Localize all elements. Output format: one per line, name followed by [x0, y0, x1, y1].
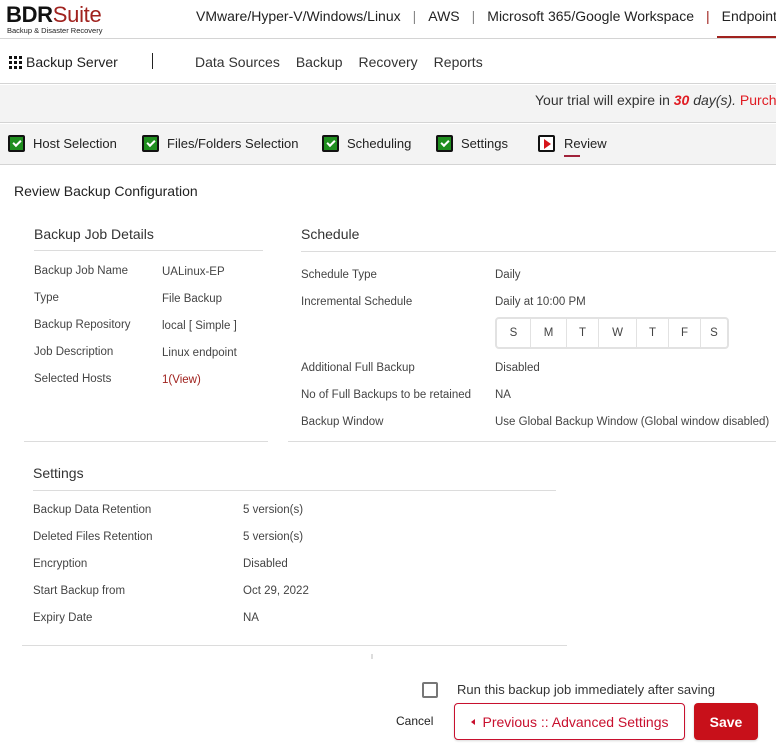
day-thursday: T — [637, 319, 669, 347]
incremental-schedule-value: Daily at 10:00 PM — [495, 296, 586, 308]
main-nav: Data Sources Backup Recovery Reports — [195, 54, 499, 70]
previous-button-label: Previous :: Advanced Settings — [482, 713, 669, 730]
page-title: Review Backup Configuration — [14, 183, 198, 199]
brand-name: BDRSuite — [6, 2, 102, 27]
nav-reports[interactable]: Reports — [434, 54, 483, 70]
type-label: Type — [34, 292, 59, 304]
nav-recovery[interactable]: Recovery — [359, 54, 418, 70]
brand-tagline: Backup & Disaster Recovery — [7, 26, 103, 35]
run-now-checkbox[interactable] — [422, 682, 438, 698]
trial-banner: Your trial will expire in 30 day(s). Pur… — [0, 85, 776, 123]
day-sunday: S — [497, 319, 531, 347]
nav-backup[interactable]: Backup — [296, 54, 343, 70]
job-name-value: UALinux-EP — [162, 266, 225, 278]
schedule-title: Schedule — [301, 226, 360, 242]
job-description-value: Linux endpoint — [162, 347, 237, 359]
schedule-bottom-divider — [288, 441, 776, 442]
full-backups-retained-label: No of Full Backups to be retained — [301, 389, 472, 401]
additional-full-backup-label: Additional Full Backup — [301, 362, 415, 374]
run-now-label[interactable]: Run this backup job immediately after sa… — [457, 682, 715, 697]
app-switcher[interactable]: Backup Server — [9, 54, 118, 70]
day-tuesday: T — [567, 319, 599, 347]
grid-menu-icon — [9, 55, 22, 69]
day-saturday: S — [710, 327, 718, 339]
day-monday: M — [531, 319, 567, 347]
previous-button[interactable]: Previous :: Advanced Settings — [454, 703, 685, 740]
backup-window-label: Backup Window — [301, 416, 384, 428]
settings-title: Settings — [33, 465, 84, 481]
top-bar: BDRSuite Backup & Disaster Recovery VMwa… — [0, 0, 776, 39]
nav-separator: | — [412, 8, 417, 24]
backup-window-value: Use Global Backup Window (Global window … — [495, 416, 770, 428]
incremental-schedule-label: Incremental Schedule — [301, 296, 413, 308]
selected-hosts-value: 1(View) — [162, 374, 201, 386]
settings-bottom-divider — [22, 645, 567, 646]
job-details-bottom-divider — [24, 441, 268, 442]
step-review[interactable]: Review — [538, 135, 607, 157]
product-nav: VMware/Hyper-V/Windows/Linux | AWS | Mic… — [196, 8, 776, 38]
product-tab-vmware[interactable]: VMware/Hyper-V/Windows/Linux — [196, 8, 401, 24]
repository-value: local [ Simple ] — [162, 320, 237, 332]
scroll-indicator — [371, 654, 373, 659]
nav-separator: | — [471, 8, 476, 24]
deleted-files-retention-label: Deleted Files Retention — [33, 531, 153, 543]
job-description-label: Job Description — [34, 346, 114, 358]
product-tab-aws[interactable]: AWS — [428, 8, 459, 24]
type-value: File Backup — [162, 293, 223, 305]
main-menu-bar: Backup Server Data Sources Backup Recove… — [0, 40, 776, 84]
settings-divider — [33, 490, 556, 491]
start-backup-value: Oct 29, 2022 — [243, 585, 309, 597]
start-backup-label: Start Backup from — [33, 585, 126, 597]
schedule-type-label: Schedule Type — [301, 269, 377, 281]
nav-data-sources[interactable]: Data Sources — [195, 54, 280, 70]
save-button[interactable]: Save — [694, 703, 758, 740]
selected-hosts-label: Selected Hosts — [34, 373, 112, 385]
app-switcher-label: Backup Server — [26, 54, 118, 70]
step-files-folders-selection[interactable]: Files/Folders Selection — [142, 135, 299, 152]
job-details-divider — [34, 250, 263, 251]
schedule-divider — [301, 251, 776, 252]
purchase-link[interactable]: Purcha — [740, 92, 776, 108]
step-settings[interactable]: Settings — [436, 135, 508, 152]
expiry-date-value: NA — [243, 612, 259, 624]
brand-logo[interactable]: BDRSuite Backup & Disaster Recovery — [6, 2, 103, 36]
play-icon — [538, 135, 555, 152]
step-host-selection[interactable]: Host Selection — [8, 135, 117, 152]
day-wednesday: W — [599, 319, 637, 347]
check-icon — [8, 135, 25, 152]
menu-divider — [152, 53, 153, 69]
schedule-days: S M T W T F S — [495, 317, 729, 349]
deleted-files-retention-value: 5 version(s) — [243, 531, 304, 543]
check-icon — [322, 135, 339, 152]
data-retention-value: 5 version(s) — [243, 504, 304, 516]
job-details-title: Backup Job Details — [34, 226, 154, 242]
job-name-label: Backup Job Name — [34, 265, 128, 277]
step-scheduling[interactable]: Scheduling — [322, 135, 411, 152]
check-icon — [436, 135, 453, 152]
encryption-label: Encryption — [33, 558, 88, 570]
check-icon — [142, 135, 159, 152]
product-tab-microsoft365[interactable]: Microsoft 365/Google Workspace — [487, 8, 694, 24]
day-friday: F — [669, 319, 701, 347]
expiry-date-label: Expiry Date — [33, 612, 93, 624]
caret-left-icon — [470, 718, 475, 725]
wizard-steps: Host Selection Files/Folders Selection S… — [0, 124, 776, 165]
repository-label: Backup Repository — [34, 319, 131, 331]
nav-separator: | — [706, 8, 710, 24]
product-tab-endpoint[interactable]: Endpoint — [716, 8, 776, 38]
trial-days: 30 — [673, 92, 690, 108]
additional-full-backup-value: Disabled — [495, 362, 540, 374]
full-backups-retained-value: NA — [495, 389, 511, 401]
schedule-type-value: Daily — [495, 269, 521, 281]
view-hosts-link[interactable]: (View) — [168, 374, 200, 386]
trial-message: Your trial will expire in 30 day(s). Pur… — [535, 92, 776, 108]
data-retention-label: Backup Data Retention — [33, 504, 152, 516]
encryption-value: Disabled — [243, 558, 288, 570]
cancel-button[interactable]: Cancel — [396, 714, 433, 728]
